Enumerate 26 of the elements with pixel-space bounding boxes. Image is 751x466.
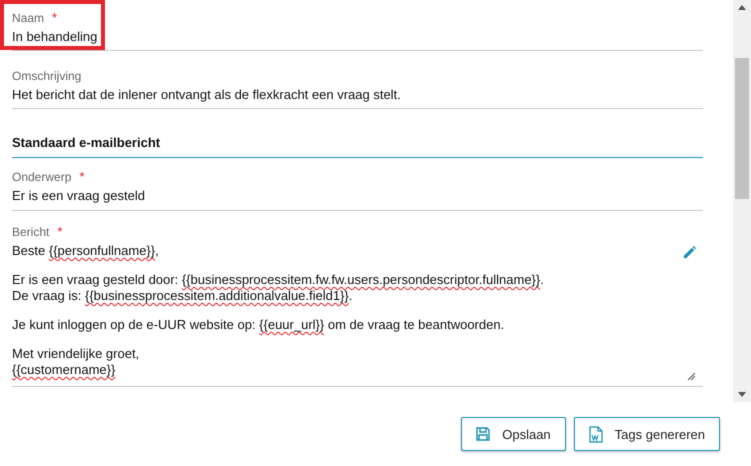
required-mark: * bbox=[57, 224, 62, 239]
document-icon bbox=[588, 426, 603, 442]
scroll-up-icon[interactable] bbox=[738, 5, 746, 10]
scrollbar-thumb[interactable] bbox=[735, 58, 749, 199]
message-line[interactable]: Beste {{personfullname}}, bbox=[12, 243, 159, 259]
message-line[interactable]: {{customername}} bbox=[12, 362, 116, 378]
required-mark: * bbox=[52, 10, 58, 25]
generate-button[interactable]: Tags genereren bbox=[574, 417, 720, 451]
scrollbar[interactable] bbox=[733, 0, 751, 402]
scroll-down-icon[interactable] bbox=[738, 392, 746, 397]
message-line[interactable]: Er is een vraag gesteld door: {{businessprocessitem.fw.fw.users.persondescriptor.fullname}}. bbox=[12, 272, 544, 288]
pencil-icon[interactable] bbox=[682, 245, 697, 260]
save-button[interactable]: Opslaan bbox=[461, 417, 566, 451]
section-heading: Standaard e-mailbericht bbox=[12, 135, 703, 158]
field-label: Naam bbox=[12, 11, 44, 25]
field-label: Omschrijving bbox=[12, 69, 82, 83]
field-label: Bericht bbox=[12, 225, 50, 239]
input-field[interactable]: In behandeling bbox=[12, 26, 98, 45]
input-field[interactable]: Het bericht dat de inlener ontvangt als de flexkracht een vraag stelt. bbox=[12, 84, 401, 103]
input-field[interactable]: Er is een vraag gesteld bbox=[12, 185, 703, 210]
message-line[interactable]: Met vriendelijke groet, bbox=[12, 346, 140, 362]
resize-grip-icon[interactable] bbox=[687, 372, 695, 380]
message-line[interactable]: De vraag is: {{businessprocessitem.additionalvalue.field1}}. bbox=[12, 288, 352, 304]
field-label: Onderwerp bbox=[12, 170, 72, 184]
message-line[interactable]: Je kunt inloggen op de e-UUR website op: {{euur_url}} om de vraag te beantwoorden. bbox=[12, 317, 504, 333]
required-mark: * bbox=[79, 169, 84, 184]
